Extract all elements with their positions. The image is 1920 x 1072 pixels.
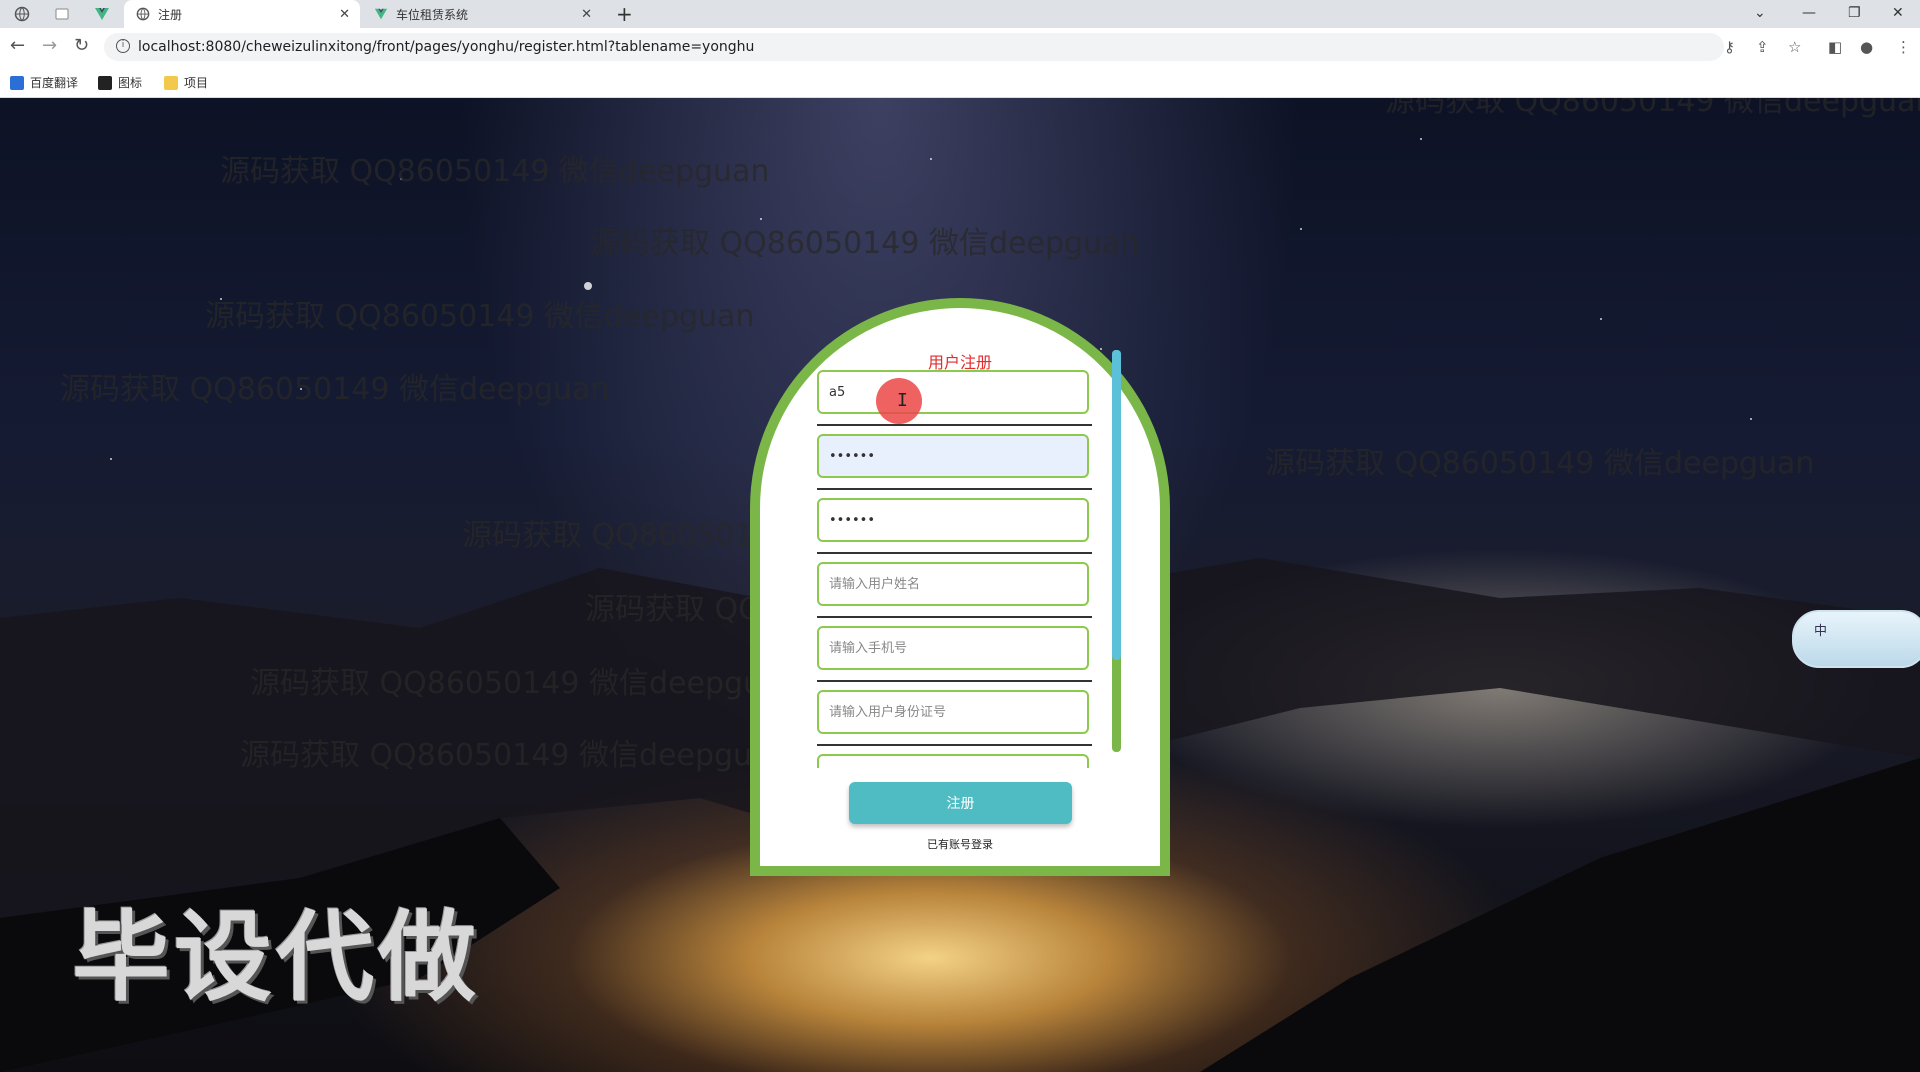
omnibox[interactable]: i localhost:8080/cheweizulinxitong/front… xyxy=(104,33,1724,61)
watermark: 源码获取 QQ86050149 微信deepguan xyxy=(1385,98,1920,119)
big-watermark: 毕设代做 xyxy=(72,901,481,1015)
bookmark-label: 图标 xyxy=(118,76,143,90)
page-icon[interactable] xyxy=(54,6,70,22)
sidebar-icon[interactable]: ◧ xyxy=(1828,38,1842,56)
ime-mode-label: 中 xyxy=(1814,624,1828,639)
url-text[interactable]: localhost:8080/cheweizulinxitong/front/p… xyxy=(138,39,754,55)
password-input[interactable] xyxy=(817,434,1089,478)
watermark: 源码获取 QQ86050149 微信deepguan xyxy=(220,154,770,189)
new-tab-icon[interactable]: + xyxy=(616,2,633,26)
star-icon[interactable]: ☆ xyxy=(1788,38,1801,56)
tab-strip: 注册 ✕ 车位租赁系统 ✕ + ⌄ — ❐ ✕ xyxy=(0,0,1920,28)
tab-register[interactable]: 注册 ✕ xyxy=(124,0,360,28)
tab-search-icon[interactable]: ⌄ xyxy=(1754,2,1766,24)
folder-icon xyxy=(164,75,178,90)
text-cursor-icon: I xyxy=(897,390,908,411)
bookmark-project[interactable]: 项目 xyxy=(164,74,208,91)
maximize-icon[interactable]: ❐ xyxy=(1848,2,1861,24)
info-icon[interactable]: i xyxy=(116,39,130,53)
share-icon[interactable]: ⇪ xyxy=(1756,38,1769,56)
register-card: 用户注册 注册 已有账号登录 xyxy=(750,298,1170,876)
register-card-body: 用户注册 注册 已有账号登录 xyxy=(760,308,1160,866)
bookmark-label: 项目 xyxy=(184,76,209,90)
field-divider xyxy=(817,488,1092,490)
tab-parking-system[interactable]: 车位租赁系统 ✕ xyxy=(362,0,602,28)
field-divider xyxy=(817,616,1092,618)
bookmark-label: 百度翻译 xyxy=(30,76,79,90)
ime-widget[interactable]: 中 xyxy=(1792,610,1920,668)
watermark: 源码获取 QQ86050149 微信deepguan xyxy=(60,372,610,407)
name-input[interactable] xyxy=(817,562,1089,606)
bookmark-baidu-translate[interactable]: 百度翻译 xyxy=(10,74,78,91)
field-divider xyxy=(817,552,1092,554)
globe-icon[interactable] xyxy=(14,6,30,22)
id-card-input[interactable] xyxy=(817,690,1089,734)
globe-icon xyxy=(136,7,150,21)
tab-title: 注册 xyxy=(158,7,183,22)
reload-icon[interactable]: ↻ xyxy=(74,36,89,56)
form-scrollbar[interactable] xyxy=(1112,350,1121,752)
scrollbar-thumb[interactable] xyxy=(1112,350,1121,660)
watermark: 源码获取 QQ86050149 微信deepguan xyxy=(240,738,790,773)
menu-icon[interactable]: ⋮ xyxy=(1896,38,1911,56)
field-divider xyxy=(817,744,1092,746)
field-divider xyxy=(817,680,1092,682)
watermark: 源码获取 QQ86050149 微信deepguan xyxy=(1265,446,1815,481)
confirm-password-input[interactable] xyxy=(817,498,1089,542)
key-icon[interactable]: ⚷ xyxy=(1724,38,1735,56)
register-page: 源码获取 QQ86050149 微信deepguan 源码获取 QQ860501… xyxy=(0,98,1920,1072)
watermark: 源码获取 QQ86050149 微信deepguan xyxy=(590,226,1140,261)
minimize-icon[interactable]: — xyxy=(1802,2,1816,24)
vue-icon[interactable] xyxy=(94,6,110,22)
register-button[interactable]: 注册 xyxy=(849,782,1072,824)
close-icon[interactable]: ✕ xyxy=(1892,2,1904,24)
account-input[interactable] xyxy=(817,370,1089,414)
login-link[interactable]: 已有账号登录 xyxy=(760,836,1160,852)
field-divider xyxy=(817,424,1092,426)
tab-title: 车位租赁系统 xyxy=(396,7,469,22)
phone-input[interactable] xyxy=(817,626,1089,670)
vue-icon xyxy=(374,7,388,21)
form-scroll-area[interactable] xyxy=(760,368,1160,768)
watermark: 源码获取 QQ86050149 微信deepguan xyxy=(205,299,755,334)
profile-icon[interactable]: ● xyxy=(1860,38,1873,56)
bookmarks-bar: 百度翻译 图标 项目 xyxy=(0,66,1920,98)
address-bar-row: ← → ↻ i localhost:8080/cheweizulinxitong… xyxy=(0,28,1920,66)
back-icon[interactable]: ← xyxy=(10,36,25,56)
extra-input[interactable] xyxy=(817,754,1089,768)
close-icon[interactable]: ✕ xyxy=(581,7,592,22)
translate-icon xyxy=(10,75,24,90)
image-icon xyxy=(98,75,112,90)
close-icon[interactable]: ✕ xyxy=(339,7,350,22)
bookmark-icons[interactable]: 图标 xyxy=(98,74,142,91)
watermark: 源码获取 QQ86050149 微信deepguan xyxy=(250,666,800,701)
forward-icon[interactable]: → xyxy=(42,36,57,56)
